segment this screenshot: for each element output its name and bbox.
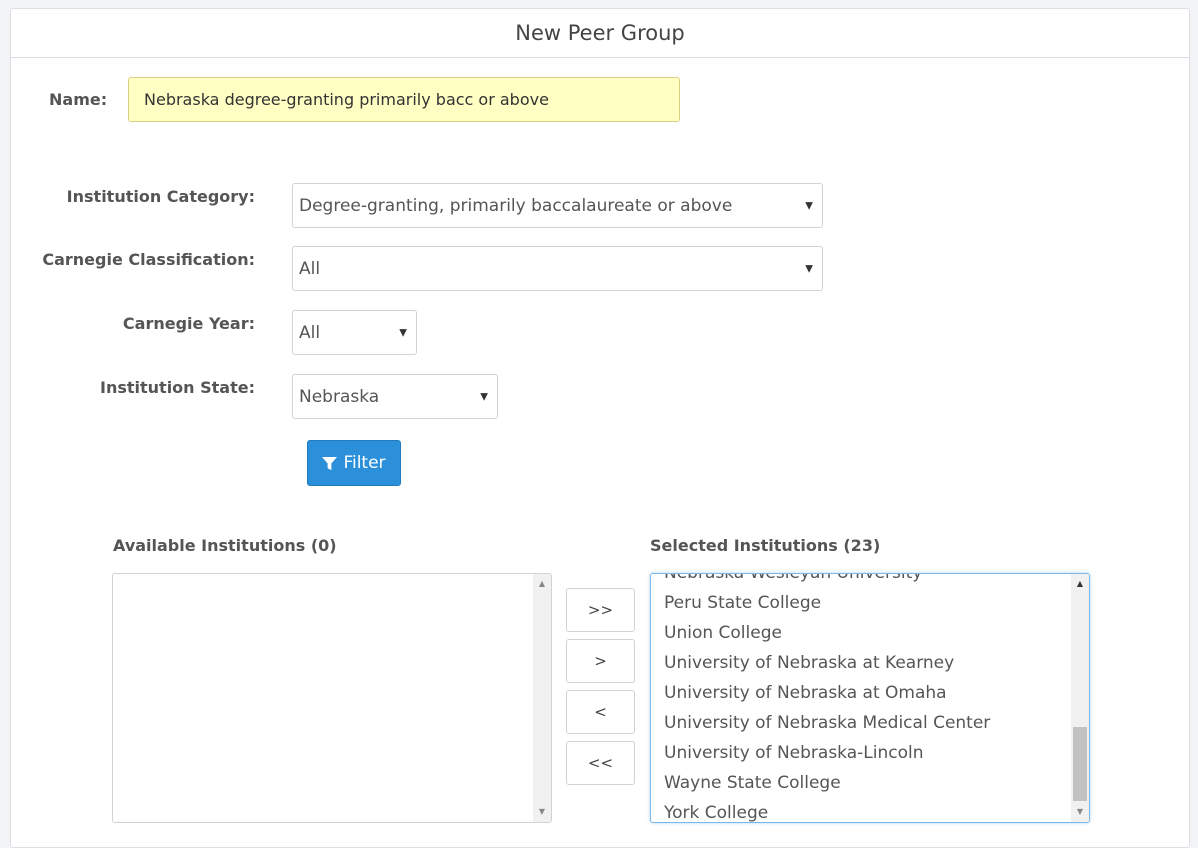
list-item[interactable]: Wayne State College	[651, 768, 1071, 798]
add-selected-button[interactable]: >	[566, 639, 635, 683]
list-item[interactable]: Peru State College	[651, 588, 1071, 618]
available-institutions-title: Available Institutions (0)	[113, 536, 337, 555]
institution-category-value: Degree-granting, primarily baccalaureate…	[299, 195, 733, 216]
carnegie-year-label: Carnegie Year:	[122, 314, 255, 333]
list-item[interactable]: University of Nebraska Medical Center	[651, 708, 1071, 738]
carnegie-year-value: All	[299, 322, 321, 343]
carnegie-classification-label: Carnegie Classification:	[42, 250, 255, 269]
selected-institutions-list[interactable]: Nebraska Wesleyan University Peru State …	[650, 573, 1090, 823]
scroll-up-icon[interactable]: ▲	[533, 576, 551, 592]
list-item[interactable]: York College	[651, 798, 1071, 822]
institution-state-select[interactable]: Nebraska ▼	[292, 374, 498, 419]
new-peer-group-panel: New Peer Group Name: Institution Categor…	[10, 8, 1190, 848]
available-institutions-list[interactable]: ▲ ▼	[112, 573, 552, 823]
list-item[interactable]: Nebraska Wesleyan University	[651, 574, 1071, 588]
carnegie-classification-select[interactable]: All ▼	[292, 246, 823, 291]
scroll-up-icon[interactable]: ▲	[1071, 576, 1089, 592]
panel-title: New Peer Group	[11, 9, 1189, 58]
institution-state-label: Institution State:	[100, 378, 255, 397]
filter-button-label: Filter	[343, 453, 386, 473]
list-item[interactable]: University of Nebraska at Omaha	[651, 678, 1071, 708]
scroll-thumb[interactable]	[1073, 727, 1087, 801]
remove-selected-button[interactable]: <	[566, 690, 635, 734]
remove-all-button[interactable]: <<	[566, 741, 635, 785]
institution-category-select[interactable]: Degree-granting, primarily baccalaureate…	[292, 183, 823, 228]
institution-category-label: Institution Category:	[66, 187, 255, 206]
name-label: Name:	[49, 90, 108, 109]
carnegie-year-select[interactable]: All ▼	[292, 310, 417, 355]
institution-state-value: Nebraska	[299, 386, 380, 407]
carnegie-classification-value: All	[299, 258, 321, 279]
selected-items-container: Nebraska Wesleyan University Peru State …	[651, 574, 1071, 822]
selected-scrollbar[interactable]: ▲ ▼	[1071, 574, 1089, 822]
chevron-down-icon: ▼	[399, 327, 407, 338]
filter-icon	[322, 456, 338, 470]
name-input[interactable]	[128, 77, 680, 122]
scroll-down-icon[interactable]: ▼	[533, 804, 551, 820]
scroll-down-icon[interactable]: ▼	[1071, 804, 1089, 820]
filter-button[interactable]: Filter	[307, 440, 401, 486]
available-scrollbar[interactable]: ▲ ▼	[533, 574, 551, 822]
chevron-down-icon: ▼	[805, 263, 813, 274]
chevron-down-icon: ▼	[480, 391, 488, 402]
selected-institutions-title: Selected Institutions (23)	[650, 536, 881, 555]
list-item[interactable]: University of Nebraska at Kearney	[651, 648, 1071, 678]
add-all-button[interactable]: >>	[566, 588, 635, 632]
list-item[interactable]: University of Nebraska-Lincoln	[651, 738, 1071, 768]
list-item[interactable]: Union College	[651, 618, 1071, 648]
chevron-down-icon: ▼	[805, 200, 813, 211]
